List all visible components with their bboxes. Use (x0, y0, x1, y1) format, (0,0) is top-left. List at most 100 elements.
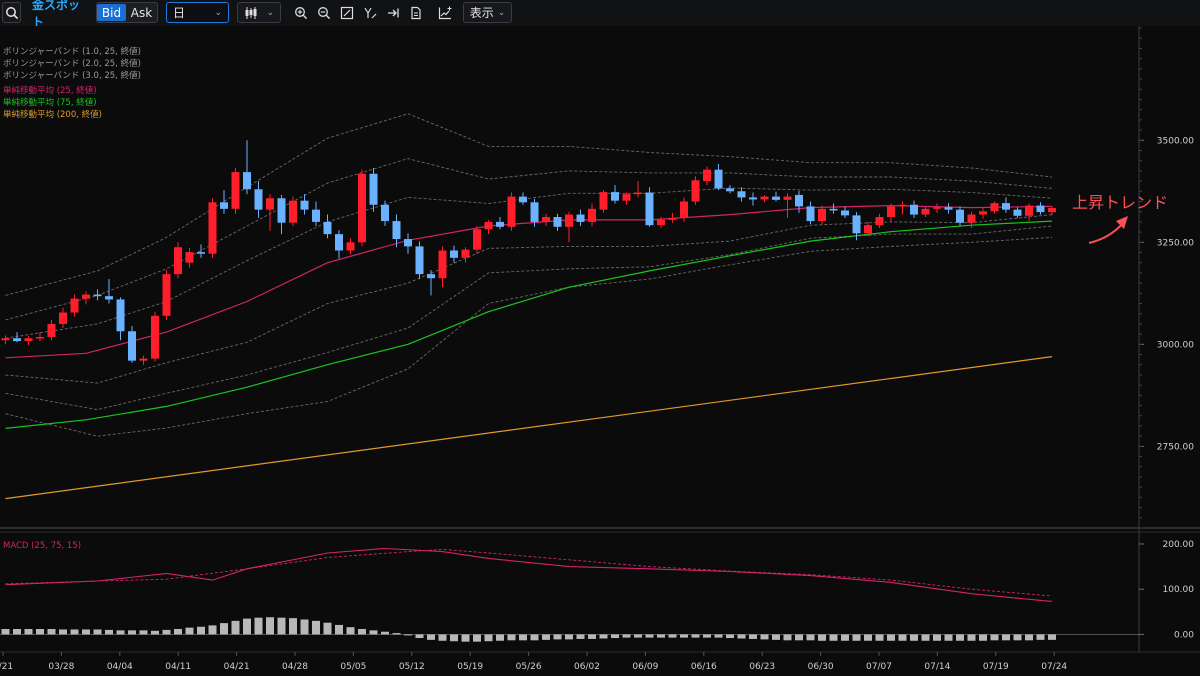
x-tick-label: 05/12 (399, 662, 425, 672)
y-tick-label: 2750.00 (1157, 442, 1194, 452)
legend-sma-25: 単純移動平均 (25, 終値) (3, 86, 97, 96)
candle-body (634, 192, 642, 195)
histogram-bar (1025, 634, 1033, 641)
zoom-out-icon (318, 7, 331, 20)
search-button[interactable] (2, 2, 21, 23)
chart-type-select[interactable]: ⌄ (237, 2, 281, 23)
candle-body (128, 331, 136, 361)
zoom-out-button[interactable] (314, 3, 334, 23)
fit-icon (340, 6, 354, 20)
macd-y-tick-label: 100.00 (1163, 585, 1195, 595)
toolbar: 金スポット Bid Ask 日 ⌄ ⌄ 表示 ⌄ (0, 0, 1200, 29)
ask-button[interactable]: Ask (126, 4, 157, 21)
histogram-bar (910, 634, 918, 641)
histogram-bar (829, 634, 838, 641)
candle-body (933, 207, 941, 209)
candle-body (507, 196, 516, 227)
document-button[interactable] (406, 3, 426, 23)
macd-title: MACD (25, 75, 15) (3, 541, 81, 551)
candle-body (1013, 209, 1022, 216)
macd-y-tick-label: 0.00 (1174, 630, 1194, 640)
candle-body (611, 192, 619, 201)
histogram-bar (461, 634, 470, 642)
document-icon (411, 6, 421, 20)
trend-annotation: 上昇トレンド (1072, 193, 1169, 212)
jump-latest-button[interactable] (383, 3, 403, 23)
histogram-bar (369, 630, 378, 635)
display-menu-button[interactable]: 表示 ⌄ (463, 2, 512, 23)
y-tick-label: 3000.00 (1157, 340, 1194, 350)
x-tick-label: 03/28 (48, 662, 74, 672)
x-tick-label: 05/19 (457, 662, 483, 672)
histogram-bar (818, 634, 826, 641)
histogram-bar (887, 634, 895, 641)
x-tick-label: 04/28 (282, 662, 308, 672)
drawing-tool-button[interactable] (360, 3, 380, 23)
symbol-selector[interactable]: 金スポット (32, 0, 90, 29)
jump-latest-icon (388, 8, 399, 18)
x-tick-label: 05/26 (516, 662, 542, 672)
histogram-bar (266, 617, 274, 635)
candle-body (461, 249, 470, 258)
histogram-bar (921, 634, 930, 641)
candle-body (24, 338, 33, 342)
histogram-bar (760, 634, 769, 640)
histogram-bar (415, 634, 424, 639)
fit-button[interactable] (337, 3, 357, 23)
histogram-bar (726, 634, 734, 639)
candle-body (1, 338, 10, 341)
add-indicator-button[interactable] (435, 3, 455, 23)
zoom-in-button[interactable] (291, 3, 311, 23)
candle-body (887, 206, 895, 218)
histogram-bar (933, 634, 941, 641)
histogram-bar (185, 627, 194, 635)
histogram-bar (404, 634, 412, 636)
histogram-bar (668, 634, 677, 638)
candle-body (542, 217, 550, 222)
histogram-bar (70, 629, 79, 635)
histogram-bar (841, 634, 849, 641)
candle-body (254, 189, 263, 210)
histogram-bar (231, 620, 240, 635)
histogram-bar (1, 629, 10, 635)
histogram-bar (864, 634, 872, 641)
macd-y-tick-label: 200.00 (1163, 540, 1195, 550)
legend-bollinger-1: ボリンジャーバンド (1.0, 25, 終値) (3, 47, 141, 57)
candle-body (841, 210, 849, 216)
legend-bollinger-2: ボリンジャーバンド (2.0, 25, 終値) (3, 59, 141, 69)
x-tick-label: 07/07 (866, 662, 892, 672)
candle-body (162, 274, 171, 316)
candle-body (300, 200, 309, 210)
candle-body (208, 202, 217, 254)
candle-body (312, 209, 320, 222)
candle-body (289, 200, 297, 223)
candle-body (70, 298, 79, 313)
histogram-bar (1048, 634, 1056, 640)
candle-body (818, 208, 826, 222)
x-tick-label: 04/21 (224, 662, 250, 672)
chevron-down-icon: ⌄ (497, 7, 506, 18)
drawing-tool-icon (364, 7, 377, 19)
histogram-bar (243, 618, 251, 635)
histogram-bar (772, 634, 780, 640)
candle-body (415, 246, 424, 275)
x-tick-label: 06/23 (749, 662, 775, 672)
timeframe-select[interactable]: 日 ⌄ (166, 2, 229, 23)
x-tick-label: 06/09 (632, 662, 658, 672)
candle-body (82, 294, 90, 299)
candle-body (1002, 203, 1010, 210)
chart-area[interactable]: 3500.00 3250.00 3000.00 2750.00 MACD (25, 75… (0, 26, 1200, 676)
candle-body (921, 208, 930, 215)
histogram-bar (473, 634, 481, 642)
legend-sma-200: 単純移動平均 (200, 終値) (3, 110, 102, 120)
x-tick-label: 05/05 (340, 662, 366, 672)
candle-body (36, 336, 44, 339)
add-indicator-icon (438, 6, 451, 20)
bid-button[interactable]: Bid (97, 4, 126, 21)
candle-body (749, 197, 757, 200)
histogram-bar (588, 634, 596, 639)
histogram-bar (427, 634, 435, 640)
x-tick-label: 04/04 (107, 662, 133, 672)
candle-body (381, 204, 389, 222)
histogram-bar (93, 629, 102, 635)
